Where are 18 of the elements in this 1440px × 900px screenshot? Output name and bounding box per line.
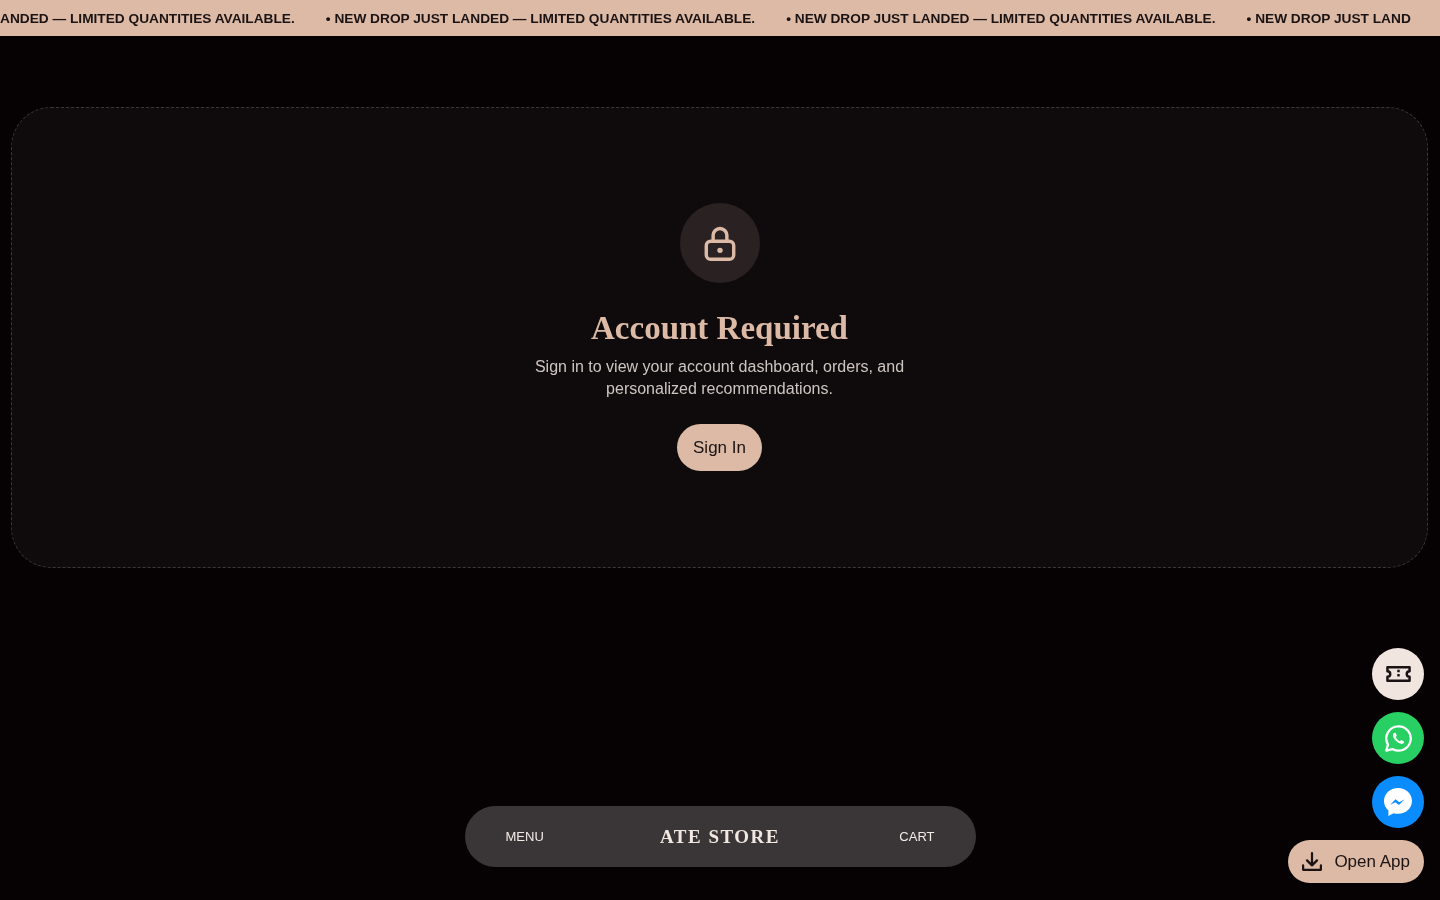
ticket-icon bbox=[1385, 666, 1411, 682]
announcement-text: • NEW DROP JUST LANDED — LIMITED QUANTITIES AVAILABLE. bbox=[325, 10, 756, 26]
download-icon bbox=[1302, 852, 1323, 871]
card-message: Sign in to view your account dashboard, orders, and personalized recommendations. bbox=[533, 357, 906, 399]
announcement-text: • NEW DROP JUST LANDED — LIMITED QUANTITIES AVAILABLE. bbox=[786, 10, 1216, 26]
announcement-text: • NEW DROP JUST LAND bbox=[1246, 10, 1411, 26]
menu-button[interactable]: MENU bbox=[505, 829, 544, 844]
card-title: Account Required bbox=[591, 309, 848, 348]
bolt-bubble-icon bbox=[1384, 788, 1412, 816]
sign-in-button[interactable]: Sign In bbox=[677, 424, 762, 471]
store-logo[interactable]: ATE STORE bbox=[660, 825, 780, 848]
phone-chat-button[interactable] bbox=[1372, 712, 1424, 764]
ticket-button[interactable] bbox=[1372, 648, 1424, 700]
cart-button[interactable]: CART bbox=[899, 829, 935, 844]
phone-bubble-icon bbox=[1384, 724, 1412, 752]
bolt-chat-button[interactable] bbox=[1372, 776, 1424, 828]
announcement-text: ANDED — LIMITED QUANTITIES AVAILABLE. bbox=[0, 10, 295, 26]
open-app-button[interactable]: Open App bbox=[1288, 840, 1424, 883]
